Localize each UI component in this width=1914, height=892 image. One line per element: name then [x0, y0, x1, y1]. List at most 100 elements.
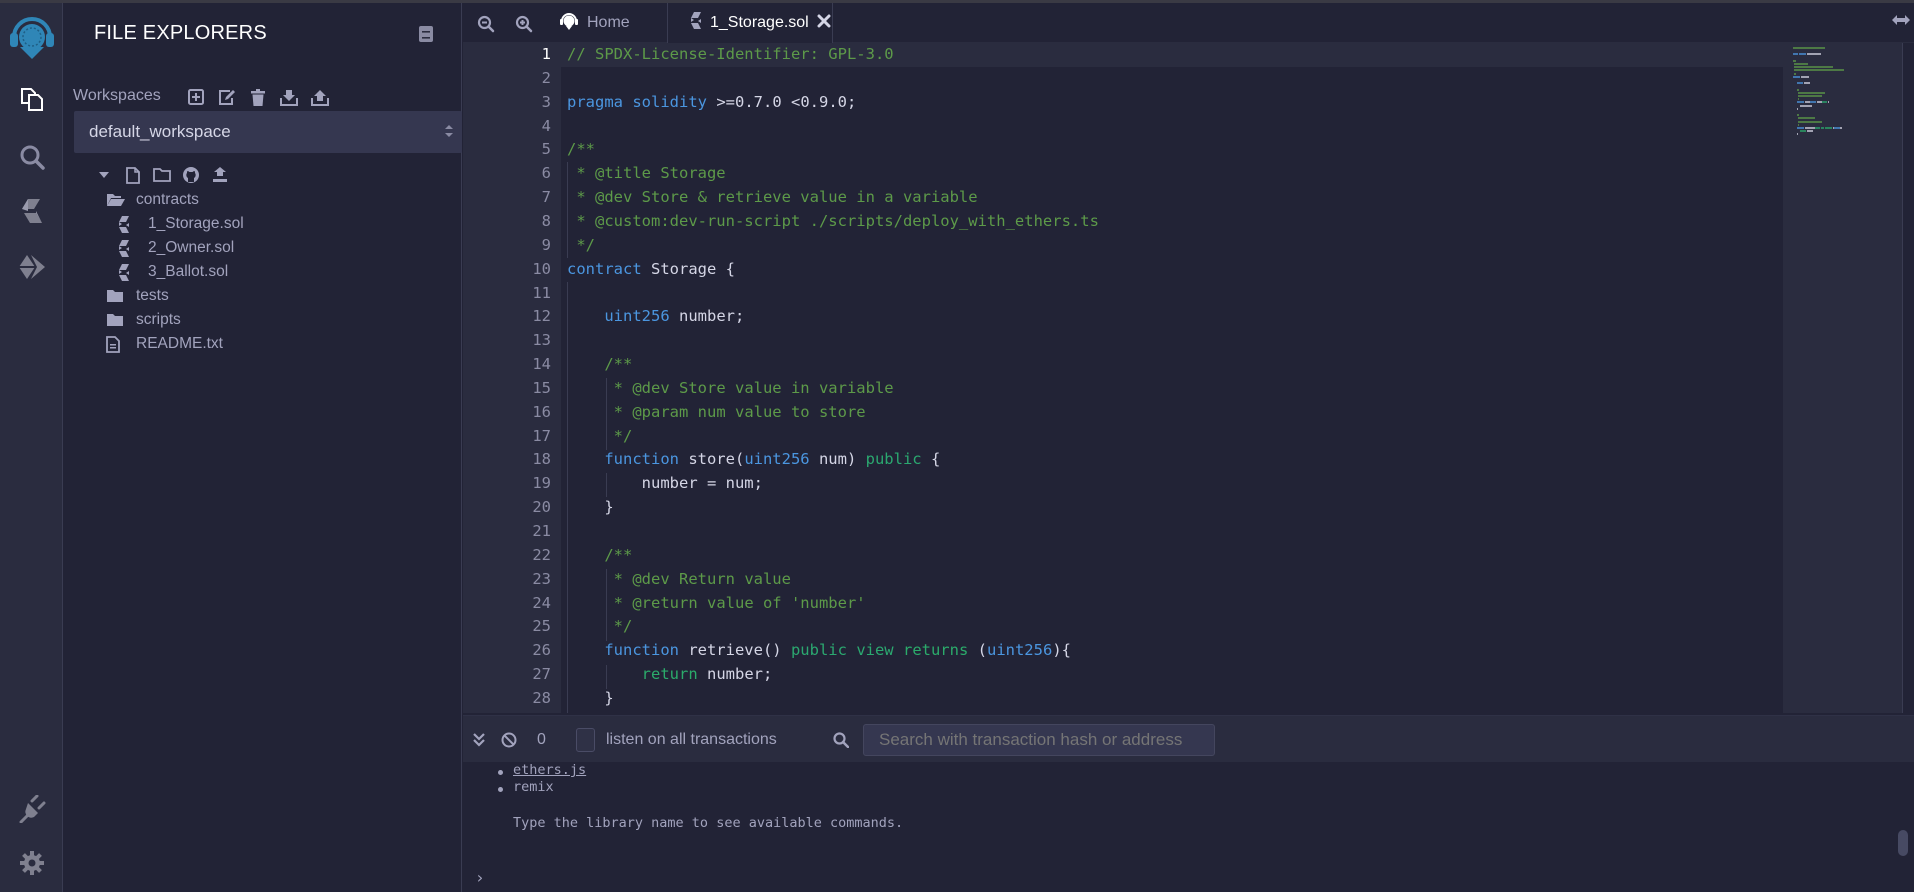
tree-file-ballot[interactable]: 3_Ballot.sol [118, 261, 228, 283]
workspace-select[interactable]: default_workspace [74, 111, 462, 153]
editor-tab-bar: Home 1_Storage.sol [463, 3, 1914, 43]
code-line[interactable]: 26 function retrieve() public view retur… [463, 639, 1783, 663]
minimap-token [1801, 75, 1810, 78]
line-number: 8 [541, 211, 551, 230]
new-folder-icon[interactable] [152, 165, 172, 185]
code-line[interactable]: 25 */ [463, 615, 1783, 639]
code-line[interactable]: 2 [463, 67, 1783, 91]
code-text: * @param num value to store [567, 401, 866, 425]
code-line[interactable]: 4 [463, 115, 1783, 139]
documentation-icon[interactable] [418, 25, 434, 48]
minimap-token [1793, 75, 1801, 78]
upload-icon[interactable] [210, 165, 230, 185]
deploy-run-icon[interactable] [0, 247, 63, 287]
line-number: 19 [532, 474, 551, 493]
folder-open-icon [106, 193, 128, 207]
code-line[interactable]: 7 * @dev Store & retrieve value in a var… [463, 186, 1783, 210]
file-explorer-icon[interactable] [0, 79, 63, 119]
code-line[interactable]: 5 /** [463, 138, 1783, 162]
code-line[interactable]: 11 [463, 282, 1783, 306]
minimap-token [1793, 53, 1799, 56]
code-text: /** [567, 544, 632, 568]
code-text: /** [567, 353, 632, 377]
line-number: 24 [532, 593, 551, 612]
minimap-viewport[interactable] [1783, 43, 1902, 713]
tree-folder-contracts[interactable]: contracts [106, 189, 199, 211]
tree-folder-scripts[interactable]: scripts [106, 309, 181, 331]
rename-workspace-icon[interactable] [217, 87, 237, 107]
minimap-token [1796, 107, 1798, 110]
code-editor[interactable]: 1// SPDX-License-Identifier: GPL-3.0 2 3 pr… [463, 43, 1914, 713]
expand-panel-icon[interactable] [1892, 13, 1910, 31]
list-bullet [498, 787, 503, 792]
code-line[interactable]: 13 [463, 329, 1783, 353]
tree-file-readme[interactable]: README.txt [106, 333, 223, 355]
clear-terminal-icon[interactable] [501, 716, 517, 763]
download-workspace-icon[interactable] [279, 87, 299, 107]
code-line[interactable]: 6 * @title Storage [463, 162, 1783, 186]
terminal-scrollbar[interactable] [1898, 830, 1908, 856]
settings-icon[interactable] [0, 843, 63, 883]
new-file-icon[interactable] [123, 165, 143, 185]
search-icon[interactable] [0, 137, 63, 177]
zoom-out-icon[interactable] [477, 15, 495, 38]
minimap-token [1800, 104, 1812, 107]
code-line[interactable]: 8 * @custom:dev-run-script ./scripts/dep… [463, 210, 1783, 234]
code-line[interactable]: 9 */ [463, 234, 1783, 258]
minimap-token [1821, 101, 1828, 104]
tree-item-label: scripts [136, 311, 181, 328]
tree-file-storage[interactable]: 1_Storage.sol [118, 213, 244, 235]
code-line[interactable]: 20 } [463, 496, 1783, 520]
code-line[interactable]: 10 contract Storage { [463, 258, 1783, 282]
collapse-caret-icon[interactable] [94, 165, 114, 185]
code-line[interactable]: 18 function store(uint256 num) public { [463, 448, 1783, 472]
tree-file-owner[interactable]: 2_Owner.sol [118, 237, 234, 259]
library-item-remix: remix [513, 779, 554, 795]
code-line[interactable]: 19 number = num; [463, 472, 1783, 496]
create-workspace-icon[interactable] [186, 87, 206, 107]
main-panel: Home 1_Storage.sol 1 // SPDX-License-Iden… [463, 3, 1914, 892]
code-line[interactable]: 24 * @return value of 'number' [463, 592, 1783, 616]
tree-item-label: 3_Ballot.sol [148, 263, 229, 280]
delete-workspace-icon[interactable] [248, 87, 268, 107]
library-link-ethers[interactable]: ethers.js [513, 762, 586, 778]
minimap[interactable] [1783, 43, 1902, 713]
code-line[interactable]: 22 /** [463, 544, 1783, 568]
code-line[interactable]: 3 pragma solidity >=0.7.0 <0.9.0; [463, 91, 1783, 115]
code-line[interactable]: 14 /** [463, 353, 1783, 377]
code-text: * @dev Return value [567, 568, 791, 592]
code-line[interactable]: 15 * @dev Store value in variable [463, 377, 1783, 401]
code-text: } [567, 687, 613, 711]
restore-workspace-icon[interactable] [310, 87, 330, 107]
code-token: solidity [632, 92, 707, 111]
tab-1-storage-sol[interactable]: 1_Storage.sol [667, 3, 833, 43]
code-token: public [790, 641, 847, 660]
tree-folder-tests[interactable]: tests [106, 285, 169, 307]
code-line[interactable]: 27 return number; [463, 663, 1783, 687]
code-line[interactable]: 23 * @dev Return value [463, 568, 1783, 592]
minimize-terminal-icon[interactable] [473, 716, 485, 763]
terminal-prompt[interactable]: › [475, 868, 485, 887]
editor-vertical-scrollbar[interactable] [1902, 43, 1914, 713]
close-tab-icon[interactable] [817, 14, 831, 33]
line-number: 11 [532, 283, 551, 302]
minimap-token [1793, 59, 1796, 62]
remix-ide-window: FILE EXPLORERS Workspaces default_worksp… [0, 0, 1914, 892]
remix-logo-icon[interactable] [0, 11, 63, 63]
solidity-compiler-icon[interactable] [0, 191, 63, 231]
plugin-manager-icon[interactable] [0, 789, 63, 829]
code-line[interactable]: 16 * @param num value to store [463, 401, 1783, 425]
code-line[interactable]: 28 } [463, 687, 1783, 711]
solidity-file-icon [118, 263, 140, 281]
code-line[interactable]: 21 [463, 520, 1783, 544]
code-line[interactable]: 17 */ [463, 425, 1783, 449]
code-line[interactable]: 1 // SPDX-License-Identifier: GPL-3.0 [463, 43, 1783, 67]
tab-home[interactable]: Home [559, 3, 667, 43]
listen-checkbox[interactable] [576, 716, 595, 763]
code-line[interactable]: 12 uint256 number; [463, 305, 1783, 329]
transaction-search-input[interactable] [863, 724, 1215, 756]
github-icon[interactable] [181, 165, 201, 185]
zoom-in-icon[interactable] [515, 15, 533, 38]
